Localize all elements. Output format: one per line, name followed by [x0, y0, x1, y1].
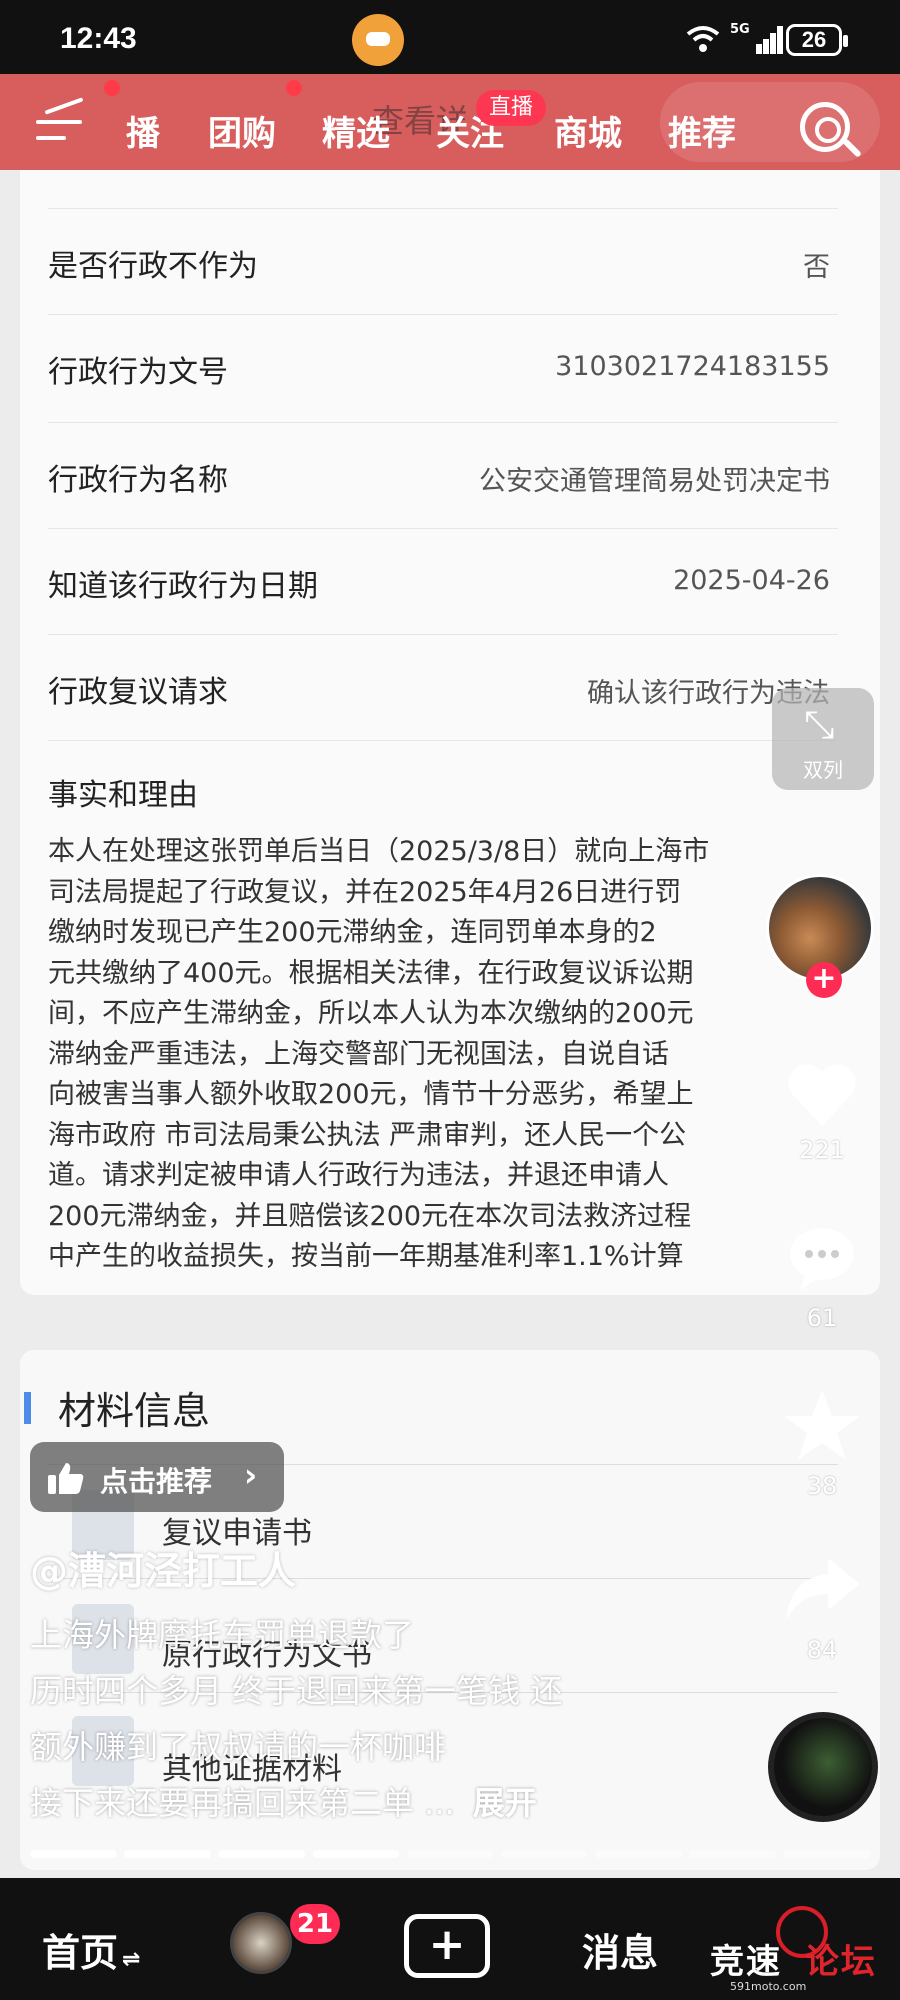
detail-label: 是否行政不作为: [48, 249, 258, 284]
facts-line: 中产生的收益损失，按当前一年期基准利率1.1%计算: [48, 1241, 684, 1272]
share-count: 84: [806, 1636, 838, 1664]
tab-mall[interactable]: 商城: [554, 106, 622, 155]
follow-button[interactable]: +: [806, 962, 842, 998]
detail-row: 是否行政不作为 否: [48, 208, 838, 314]
facts-line: 间，不应产生滞纳金，所以本人认为本次缴纳的200元: [48, 998, 694, 1029]
facts-line: 海市政府 市司法局秉公执法 严肃审判，还人民一个公: [48, 1119, 687, 1151]
scooter-notification-icon: [352, 14, 404, 66]
chevron-right-icon: ›: [244, 1456, 258, 1494]
expand-button[interactable]: 展开: [473, 1784, 537, 1822]
watermark-text-a: 竞速: [710, 1943, 782, 1981]
caption-line: 接下来还要再搞回来第二单 ...: [30, 1784, 455, 1822]
recommend-button[interactable]: 点击推荐 ›: [30, 1442, 284, 1512]
materials-title: 材料信息: [58, 1389, 211, 1433]
tab-friends[interactable]: [230, 1912, 292, 1974]
watermark-url: 591moto.com: [730, 1980, 807, 1993]
friends-badge: 21: [290, 1904, 340, 1944]
wifi-icon: [686, 26, 720, 52]
switch-icon: ⇌: [122, 1947, 141, 1972]
detail-row: 行政行为文号 3103021724183155: [48, 314, 838, 420]
recommend-label: 点击推荐: [100, 1465, 213, 1498]
detail-value: 3103021724183155: [555, 351, 830, 382]
watermark-text: 竞速 论坛: [710, 1934, 877, 1983]
author-name[interactable]: @漕河泾打工人: [30, 1540, 296, 1595]
progress-segment: [689, 1850, 776, 1858]
tab-group-buy[interactable]: 团购: [208, 106, 276, 155]
caption-last: 接下来还要再搞回来第二单 ... 展开: [30, 1778, 537, 1824]
comment-icon[interactable]: [782, 1218, 862, 1298]
caption-line: 历时四个多月 终于退回来第一笔钱 还: [30, 1672, 563, 1710]
detail-label: 知道该行政行为日期: [48, 569, 318, 604]
detail-label: 行政行为文号: [48, 355, 228, 390]
music-disc[interactable]: [768, 1712, 878, 1822]
status-bar: 12:43 5G 26: [0, 0, 900, 80]
favorite-count: 38: [806, 1472, 838, 1500]
search-icon[interactable]: [800, 102, 850, 152]
divider: [48, 740, 838, 742]
top-nav: 查看详 播 团购 精选 关注 直播 商城 推荐: [0, 74, 900, 170]
detail-row: 行政复议请求 确认该行政行为违法: [48, 634, 838, 740]
facts-line: 道。请求判定被申请人行政行为违法，并退还申请人: [48, 1160, 669, 1191]
dual-column-label: 双列: [803, 758, 843, 782]
share-icon[interactable]: [782, 1550, 862, 1630]
tab-recommend[interactable]: 推荐: [668, 106, 736, 155]
star-icon[interactable]: [782, 1386, 862, 1466]
thumbs-up-icon: [48, 1463, 84, 1494]
heart-icon[interactable]: [782, 1056, 862, 1136]
facts-text: 本人在处理这张罚单后当日（2025/3/8日）就向上海市 司法局提起了行政复议，…: [48, 832, 848, 1278]
progress-segment: [218, 1850, 305, 1858]
facts-line: 200元滞纳金，并且赔偿该200元在本次司法救济过程: [48, 1200, 692, 1232]
facts-line: 元共缴纳了400元。根据相关法律，在行政复议诉讼期: [48, 957, 694, 989]
watermark: 竞速 论坛 591moto.com: [710, 1900, 900, 2000]
like-count: 221: [799, 1136, 845, 1164]
caption-line: 上海外牌摩托车罚单退款了: [30, 1616, 415, 1654]
comment-count: 61: [806, 1304, 838, 1332]
progress-segment: [500, 1850, 588, 1858]
clock: 12:43: [60, 22, 137, 55]
notification-dot: [104, 80, 120, 96]
battery-indicator: 26: [786, 24, 848, 56]
home-label: 首页: [42, 1931, 119, 1975]
live-badge: 直播: [476, 90, 546, 126]
detail-value: 公安交通管理简易处罚决定书: [479, 466, 830, 497]
detail-value: 否: [803, 252, 830, 283]
tab-live[interactable]: 播: [126, 106, 160, 155]
progress-segment: [312, 1850, 400, 1858]
create-button[interactable]: +: [404, 1914, 490, 1978]
notification-dot: [286, 80, 302, 96]
detail-label: 行政复议请求: [48, 675, 228, 710]
progress-segment: [595, 1850, 682, 1858]
detail-row: 知道该行政行为日期 2025-04-26: [48, 528, 838, 634]
section-accent-bar: [24, 1392, 31, 1424]
detail-value: 2025-04-26: [673, 565, 830, 596]
facts-title: 事实和理由: [48, 778, 198, 813]
facts-line: 司法局提起了行政复议，并在2025年4月26日进行罚: [48, 876, 682, 908]
tab-messages[interactable]: 消息: [582, 1922, 658, 1977]
collapse-arrows-icon: ⤡: [804, 702, 835, 746]
progress-segment: [783, 1850, 870, 1858]
tab-featured[interactable]: 精选: [322, 106, 390, 155]
tab-home[interactable]: 首页 ⇌: [42, 1922, 140, 1977]
facts-line: 本人在处理这张罚单后当日（2025/3/8日）就向上海市: [48, 836, 710, 867]
image-progress-bar: [30, 1850, 870, 1858]
dual-column-button[interactable]: ⤡ 双列: [772, 688, 874, 790]
watermark-text-b: 论坛: [804, 1943, 877, 1981]
progress-segment: [406, 1850, 494, 1858]
detail-row: 行政行为名称 公安交通管理简易处罚决定书: [48, 422, 838, 528]
progress-segment: [30, 1850, 117, 1858]
facts-line: 滞纳金严重违法，上海交警部门无视国法，自说自话: [48, 1038, 669, 1070]
facts-line: 缴纳时发现已产生200元滞纳金，连同罚单本身的2: [48, 917, 657, 948]
caption-line: 额外赚到了叔叔请的一杯咖啡: [30, 1728, 447, 1766]
detail-label: 行政行为名称: [48, 463, 228, 498]
facts-line: 向被害当事人额外收取200元，情节十分恶劣，希望上: [48, 1079, 694, 1110]
progress-segment: [124, 1850, 211, 1858]
signal-icon: [742, 26, 783, 54]
menu-icon[interactable]: [36, 97, 86, 146]
